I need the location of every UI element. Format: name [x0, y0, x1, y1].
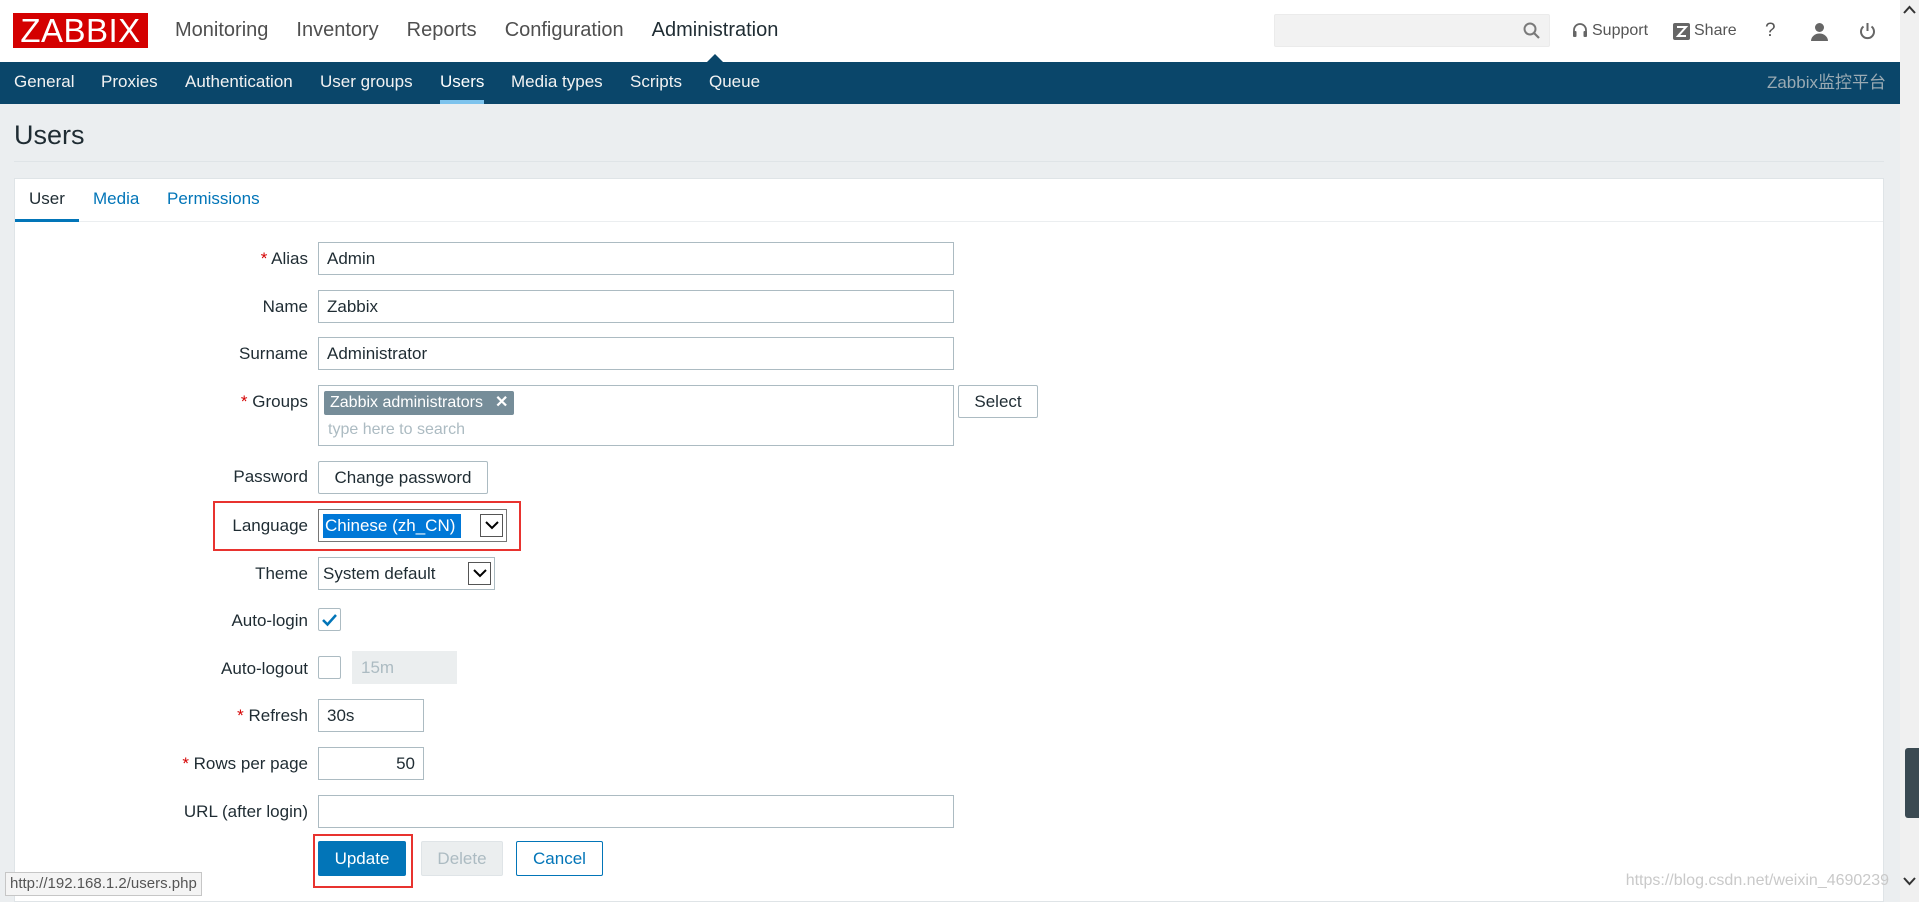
nav-inventory[interactable]: Inventory	[296, 0, 378, 62]
tab-bar: User Media Permissions	[15, 179, 1883, 222]
tab-user[interactable]: User	[15, 189, 79, 222]
user-icon	[1811, 22, 1828, 41]
groups-label: * Groups	[240, 392, 308, 411]
theme-value: System default	[323, 564, 436, 583]
nav-reports[interactable]: Reports	[407, 0, 477, 62]
search-input[interactable]	[1275, 15, 1515, 46]
signout-button[interactable]	[1858, 0, 1881, 62]
chevron-down-icon[interactable]	[1902, 875, 1917, 887]
zabbix-share-icon	[1673, 22, 1690, 40]
rows-per-page-field[interactable]	[318, 747, 424, 780]
name-field[interactable]	[318, 290, 954, 323]
share-label: Share	[1694, 22, 1737, 39]
subnav-authentication[interactable]: Authentication	[185, 62, 293, 104]
chevron-down-icon	[480, 514, 503, 537]
divider	[14, 161, 1884, 162]
required-marker: *	[182, 754, 194, 773]
watermark: https://blog.csdn.net/weixin_4690239	[1625, 872, 1889, 889]
surname-field[interactable]	[318, 337, 954, 370]
alias-field[interactable]	[318, 242, 954, 275]
subnav-proxies[interactable]: Proxies	[101, 62, 158, 104]
autologout-label: Auto-logout	[221, 659, 308, 678]
subnav-scripts[interactable]: Scripts	[630, 62, 682, 104]
power-icon	[1860, 22, 1875, 39]
groups-multiselect[interactable]: Zabbix administrators ✕ type here to sea…	[318, 385, 954, 446]
subnav-users[interactable]: Users	[440, 62, 485, 104]
url-field[interactable]	[318, 795, 954, 828]
autologin-label: Auto-login	[231, 611, 308, 630]
autologout-checkbox[interactable]	[318, 656, 341, 679]
nav-monitoring[interactable]: Monitoring	[175, 0, 268, 62]
autologout-field	[352, 651, 457, 684]
refresh-field[interactable]	[318, 699, 424, 732]
alias-label: * Alias	[260, 249, 308, 268]
group-chip: Zabbix administrators ✕	[324, 391, 515, 415]
autologin-checkbox[interactable]	[318, 608, 341, 631]
subnav-general[interactable]: General	[14, 62, 74, 104]
tab-permissions[interactable]: Permissions	[167, 189, 260, 222]
tab-media[interactable]: Media	[93, 189, 139, 222]
side-widget[interactable]	[1905, 748, 1919, 818]
theme-select[interactable]: System default	[318, 557, 495, 590]
page-title: Users	[14, 120, 85, 150]
language-select[interactable]: Chinese (zh_CN)	[318, 509, 507, 542]
delete-button: Delete	[421, 841, 503, 876]
nav-configuration[interactable]: Configuration	[505, 0, 624, 62]
main-nav: Monitoring Inventory Reports Configurati…	[175, 0, 806, 62]
url-label: URL (after login)	[183, 802, 308, 821]
select-groups-button[interactable]: Select	[958, 385, 1038, 418]
profile-button[interactable]	[1810, 0, 1833, 62]
site-name: Zabbix监控平台	[1766, 73, 1886, 92]
required-marker: *	[237, 706, 249, 725]
checkmark-icon	[322, 614, 337, 627]
headset-icon	[1573, 23, 1587, 37]
share-link[interactable]: Share	[1673, 0, 1737, 62]
update-button[interactable]: Update	[318, 841, 406, 876]
subnav-queue[interactable]: Queue	[709, 62, 760, 104]
change-password-button[interactable]: Change password	[318, 461, 488, 494]
rows-per-page-label: * Rows per page	[182, 754, 308, 773]
language-label: Language	[232, 516, 308, 535]
help-icon[interactable]: ?	[1765, 0, 1776, 62]
subnav-user-groups[interactable]: User groups	[320, 62, 413, 104]
nav-administration[interactable]: Administration	[652, 0, 778, 62]
global-search	[1274, 14, 1550, 47]
cancel-button[interactable]: Cancel	[516, 841, 603, 876]
search-icon[interactable]	[1522, 21, 1542, 41]
support-link[interactable]: Support	[1572, 0, 1648, 62]
status-url: http://192.168.1.2/users.php	[5, 872, 202, 896]
close-icon[interactable]: ✕	[495, 391, 508, 415]
subnav-media-types[interactable]: Media types	[511, 62, 603, 104]
top-header: ZABBIX Monitoring Inventory Reports Conf…	[0, 0, 1900, 62]
language-value: Chinese (zh_CN)	[323, 514, 462, 538]
refresh-label: * Refresh	[237, 706, 308, 725]
groups-search-placeholder[interactable]: type here to search	[328, 421, 465, 439]
name-label: Name	[262, 297, 308, 316]
admin-subnav: General Proxies Authentication User grou…	[0, 62, 1900, 104]
group-chip-label: Zabbix administrators	[330, 394, 483, 411]
chevron-up-icon[interactable]	[1902, 4, 1917, 16]
required-marker: *	[260, 249, 272, 268]
required-marker: *	[240, 392, 253, 411]
surname-label: Surname	[239, 344, 308, 363]
theme-label: Theme	[255, 564, 308, 583]
support-label: Support	[1592, 22, 1649, 39]
zabbix-logo[interactable]: ZABBIX	[13, 13, 148, 48]
chevron-down-icon	[468, 562, 491, 585]
password-label: Password	[233, 467, 308, 486]
